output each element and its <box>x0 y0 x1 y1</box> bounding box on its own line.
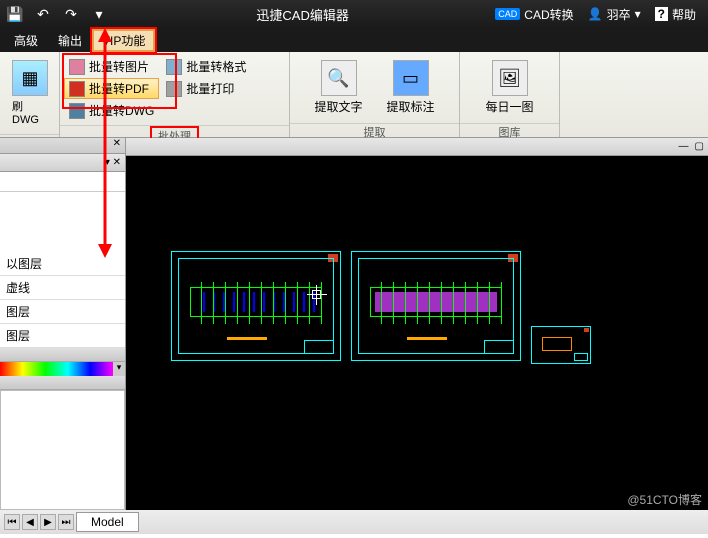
cursor-crosshair <box>307 285 327 305</box>
pdf-icon <box>69 81 85 97</box>
drawing-canvas[interactable] <box>126 156 708 510</box>
canvas-wrap: — ▢ <box>126 138 708 510</box>
extract-text-button[interactable]: 🔍 提取文字 <box>304 56 374 119</box>
batch-to-dwg-button[interactable]: 批量转DWG <box>64 100 159 121</box>
daily-image-button[interactable]: 🖼 每日一图 <box>475 56 545 119</box>
cad-convert-link[interactable]: CAD CAD转换 <box>491 4 577 25</box>
layer-item[interactable]: 图层 <box>0 324 125 348</box>
menu-advanced[interactable]: 高级 <box>4 29 48 52</box>
dropdown-icon[interactable]: ▾ <box>88 3 110 25</box>
drawing-frame-1 <box>171 251 341 361</box>
menubar: 高级 输出 VIP功能 <box>0 28 708 52</box>
panel-dropdown[interactable] <box>0 172 125 192</box>
extract-annotation-button[interactable]: ▭ 提取标注 <box>376 56 446 119</box>
print-icon <box>166 81 182 97</box>
model-tab[interactable]: Model <box>76 512 139 532</box>
maximize-icon[interactable]: ▢ <box>695 141 704 152</box>
user-link[interactable]: 👤 羽卒 ▾ <box>584 4 645 25</box>
tab-first-icon[interactable]: ⏮ <box>4 514 20 530</box>
help-link[interactable]: ? 帮助 <box>651 4 700 25</box>
tabbar: ⏮ ◀ ▶ ⏭ Model <box>0 510 708 534</box>
undo-icon[interactable]: ↶ <box>32 3 54 25</box>
ribbon-group-batch: 批量转图片 批量转PDF 批量转DWG 批量转格式 批量打印 <box>60 52 290 137</box>
sidebar: ✕ ▾ ✕ 以图层 虚线 图层 图层 ▾ <box>0 138 126 510</box>
refresh-dwg-button[interactable]: ▦ 刷DWG <box>4 56 56 130</box>
user-icon: 👤 <box>588 7 603 21</box>
app-title: 迅捷CAD编辑器 <box>114 5 491 24</box>
panel-header: ▾ ✕ <box>0 154 125 172</box>
layer-list: 以图层 虚线 图层 图层 <box>0 252 125 348</box>
titlebar: 💾 ↶ ↷ ▾ 迅捷CAD编辑器 CAD CAD转换 👤 羽卒 ▾ ? 帮助 <box>0 0 708 28</box>
ribbon: ▦ 刷DWG 批量转图片 批量转PDF 批量转DWG <box>0 52 708 138</box>
drawing-frame-2 <box>351 251 521 361</box>
ribbon-group-dwg: ▦ 刷DWG <box>0 52 60 137</box>
tab-next-icon[interactable]: ▶ <box>40 514 56 530</box>
drawing-frame-3 <box>531 326 591 364</box>
watermark: @51CTO博客 <box>627 491 702 508</box>
ribbon-group-gallery: 🖼 每日一图 图库 <box>460 52 560 137</box>
menu-output[interactable]: 输出 <box>48 29 92 52</box>
layer-item[interactable]: 以图层 <box>0 252 125 276</box>
batch-format-button[interactable]: 批量转格式 <box>161 56 251 77</box>
format-icon <box>166 59 182 75</box>
tab-prev-icon[interactable]: ◀ <box>22 514 38 530</box>
layer-item[interactable]: 虚线 <box>0 276 125 300</box>
redo-icon[interactable]: ↷ <box>60 3 82 25</box>
content-area: ✕ ▾ ✕ 以图层 虚线 图层 图层 ▾ — ▢ <box>0 138 708 510</box>
minimize-icon[interactable]: — <box>679 141 689 152</box>
sidebar-close[interactable]: ✕ <box>0 138 125 154</box>
canvas-toolbar: — ▢ <box>126 138 708 156</box>
menu-vip[interactable]: VIP功能 <box>92 29 155 52</box>
layer-item[interactable]: 图层 <box>0 300 125 324</box>
panel-area <box>0 390 125 510</box>
chevron-down-icon: ▾ <box>635 7 641 21</box>
batch-to-image-button[interactable]: 批量转图片 <box>64 56 159 77</box>
batch-to-pdf-button[interactable]: 批量转PDF <box>64 78 159 99</box>
save-icon[interactable]: 💾 <box>4 3 26 25</box>
batch-print-button[interactable]: 批量打印 <box>161 78 251 99</box>
image-icon <box>69 59 85 75</box>
tab-last-icon[interactable]: ⏭ <box>58 514 74 530</box>
ribbon-group-extract: 🔍 提取文字 ▭ 提取标注 提取 <box>290 52 460 137</box>
dwg-icon <box>69 103 85 119</box>
